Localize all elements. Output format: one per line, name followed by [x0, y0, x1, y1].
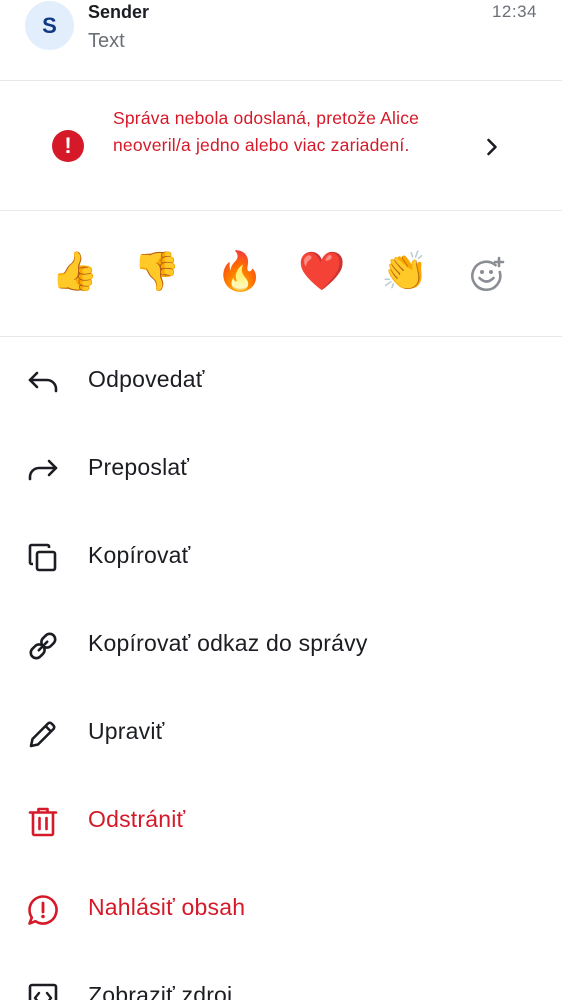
edit-icon	[29, 721, 56, 748]
quick-reactions: 👍 👎 🔥 ❤️ 👏	[0, 212, 562, 336]
avatar: S	[25, 1, 74, 50]
warning-text: Správa nebola odoslaná, pretože Alice ne…	[113, 108, 420, 155]
sender-name: Sender	[88, 2, 150, 22]
copy-button[interactable]: Kopírovať	[0, 513, 562, 601]
reaction-clapping-hands[interactable]: 👏	[381, 248, 429, 296]
reaction-fire[interactable]: 🔥	[216, 248, 264, 296]
delete-button[interactable]: Odstrániť	[0, 777, 562, 865]
copy-link-button[interactable]: Kopírovať odkaz do správy	[0, 601, 562, 689]
reply-icon	[28, 371, 58, 393]
add-reaction-icon[interactable]	[468, 255, 506, 293]
forward-button[interactable]: Preposlať	[0, 425, 562, 513]
message-header: S Sender Text 12:34	[0, 0, 562, 80]
delete-icon	[28, 807, 58, 837]
reaction-red-heart[interactable]: ❤️	[298, 248, 346, 296]
reaction-thumbs-down[interactable]: 👎	[133, 248, 181, 296]
view-source-button[interactable]: Zobraziť zdroj	[0, 953, 562, 1000]
unsent-warning-row[interactable]: ! Správa nebola odoslaná, pretože Alice …	[0, 81, 562, 210]
report-icon	[28, 895, 58, 925]
reaction-thumbs-up[interactable]: 👍	[51, 248, 99, 296]
menu-label: Preposlať	[88, 454, 190, 480]
divider	[0, 210, 562, 211]
chevron-right-icon	[487, 138, 497, 156]
menu-label: Kopírovať odkaz do správy	[88, 630, 368, 656]
menu-label: Kopírovať	[88, 542, 191, 568]
view-source-icon	[28, 983, 58, 1000]
forward-icon	[28, 459, 58, 481]
message-preview: Text	[88, 30, 125, 52]
menu-label: Odpovedať	[88, 366, 205, 392]
timestamp: 12:34	[491, 2, 537, 21]
link-icon	[29, 632, 57, 660]
menu-label: Nahlásiť obsah	[88, 894, 246, 920]
menu-label: Upraviť	[88, 718, 165, 744]
message-actions-sheet: S Sender Text 12:34 ! Správa nebola odos…	[0, 0, 562, 1000]
reply-button[interactable]: Odpovedať	[0, 337, 562, 425]
report-content-button[interactable]: Nahlásiť obsah	[0, 865, 562, 953]
menu-label: Zobraziť zdroj	[88, 982, 233, 1000]
copy-icon	[28, 543, 57, 572]
menu-label: Odstrániť	[88, 806, 186, 832]
edit-button[interactable]: Upraviť	[0, 689, 562, 777]
error-icon: !	[52, 130, 84, 162]
